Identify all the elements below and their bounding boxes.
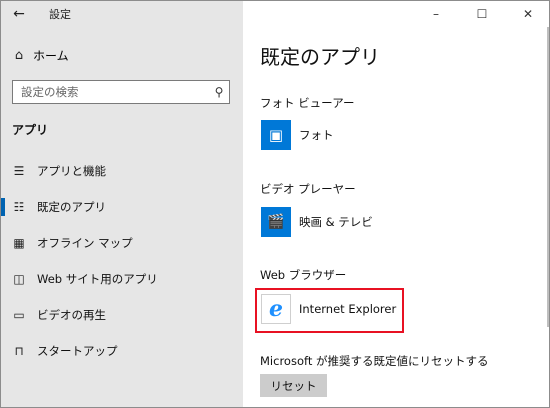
video-icon: ▭ xyxy=(13,308,25,322)
photos-glyph: ▣ xyxy=(268,126,284,144)
sidebar-item-apps-for-websites[interactable]: ◫ Web サイト用のアプリ xyxy=(1,261,243,297)
sidebar-item-video-playback[interactable]: ▭ ビデオの再生 xyxy=(1,297,243,333)
maximize-icon: ☐ xyxy=(476,7,488,21)
internet-explorer-icon: e xyxy=(261,294,291,324)
active-indicator xyxy=(1,270,5,288)
photo-viewer-app-button[interactable]: ▣ フォト xyxy=(261,120,334,150)
search-icon[interactable]: ⚲ xyxy=(209,85,229,99)
sidebar-item-label: 既定のアプリ xyxy=(37,200,106,214)
maximize-button[interactable]: ☐ xyxy=(459,1,505,27)
web-browser-app-name: Internet Explorer xyxy=(299,302,397,316)
search-input[interactable]: 設定の検索 xyxy=(21,84,209,100)
website-apps-icon: ◫ xyxy=(13,272,25,286)
reset-description: Microsoft が推奨する既定値にリセットする xyxy=(260,354,489,368)
ie-glyph: e xyxy=(269,296,283,322)
default-apps-icon: ☷ xyxy=(13,200,25,214)
page-title: 既定のアプリ xyxy=(260,45,380,69)
sidebar-item-label: Web サイト用のアプリ xyxy=(37,272,158,286)
movies-tv-icon: 🎬 xyxy=(261,207,291,237)
window-title: 設定 xyxy=(49,8,71,21)
sidebar-item-label: アプリと機能 xyxy=(37,164,106,178)
sidebar-nav: ☰ アプリと機能 ☷ 既定のアプリ ▦ オフライン マップ ◫ Web サイト用… xyxy=(1,153,243,369)
minimize-icon: – xyxy=(433,7,439,21)
sidebar-item-apps-features[interactable]: ☰ アプリと機能 xyxy=(1,153,243,189)
photo-viewer-app-name: フォト xyxy=(299,128,334,142)
sidebar: ← 設定 ⌂ ホーム 設定の検索 ⚲ アプリ ☰ アプリと機能 ☷ 既定のアプリ xyxy=(1,1,243,407)
video-player-label: ビデオ プレーヤー xyxy=(260,182,356,196)
settings-window: ← 設定 ⌂ ホーム 設定の検索 ⚲ アプリ ☰ アプリと機能 ☷ 既定のアプリ xyxy=(0,0,550,408)
active-indicator xyxy=(1,162,5,180)
clapperboard-glyph: 🎬 xyxy=(267,214,285,230)
sidebar-item-label: スタートアップ xyxy=(37,344,118,358)
web-browser-app-button[interactable]: e Internet Explorer xyxy=(261,294,396,324)
web-browser-label: Web ブラウザー xyxy=(260,268,347,282)
back-arrow-icon: ← xyxy=(13,6,25,22)
video-player-app-name: 映画 & テレビ xyxy=(299,215,373,229)
sidebar-item-startup[interactable]: ⊓ スタートアップ xyxy=(1,333,243,369)
home-icon: ⌂ xyxy=(14,47,24,63)
section-heading: アプリ xyxy=(12,123,49,137)
video-player-app-button[interactable]: 🎬 映画 & テレビ xyxy=(261,207,373,237)
active-indicator xyxy=(1,342,5,360)
home-label: ホーム xyxy=(33,48,69,63)
close-icon: ✕ xyxy=(522,7,534,21)
main-content: – ☐ ✕ 既定のアプリ フォト ビューアー ▣ フォト ビデオ プレーヤー 🎬… xyxy=(243,1,549,407)
active-indicator xyxy=(1,234,5,252)
close-button[interactable]: ✕ xyxy=(505,1,549,27)
startup-icon: ⊓ xyxy=(14,344,24,358)
list-icon: ☰ xyxy=(13,164,25,178)
sidebar-item-default-apps[interactable]: ☷ 既定のアプリ xyxy=(1,189,243,225)
active-indicator xyxy=(1,306,5,324)
map-icon: ▦ xyxy=(13,236,25,250)
minimize-button[interactable]: – xyxy=(413,1,459,27)
photos-icon: ▣ xyxy=(261,120,291,150)
reset-button[interactable]: リセット xyxy=(260,374,327,397)
sidebar-item-offline-maps[interactable]: ▦ オフライン マップ xyxy=(1,225,243,261)
sidebar-item-label: オフライン マップ xyxy=(37,236,133,250)
sidebar-item-label: ビデオの再生 xyxy=(37,308,106,322)
back-button[interactable]: ← xyxy=(1,1,37,27)
search-box[interactable]: 設定の検索 ⚲ xyxy=(12,80,230,104)
window-controls: – ☐ ✕ xyxy=(413,1,549,27)
photo-viewer-label: フォト ビューアー xyxy=(260,96,355,110)
title-bar: ← 設定 xyxy=(1,1,243,27)
home-link[interactable]: ⌂ ホーム xyxy=(11,45,69,65)
active-indicator xyxy=(1,198,5,216)
